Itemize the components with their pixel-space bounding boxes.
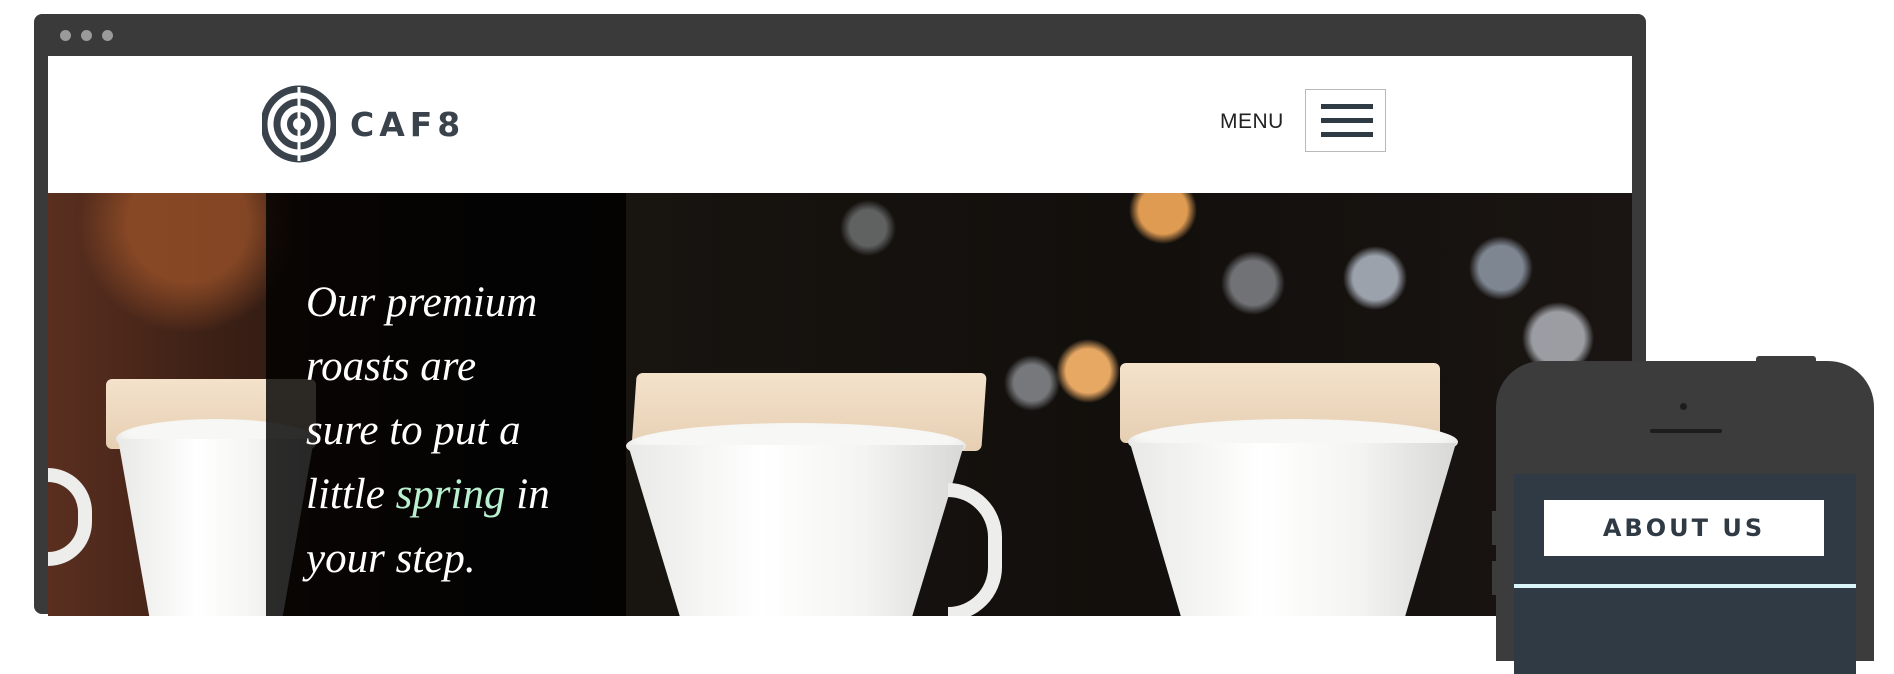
hero-line: sure to put a [306,407,521,454]
window-dot-icon[interactable] [81,30,92,41]
about-us-button[interactable]: ABOUT US [1544,500,1824,556]
site-header: CAF8 MENU [48,56,1632,193]
window-dot-icon[interactable] [60,30,71,41]
mobile-screen: ABOUT US [1514,474,1856,674]
menu-button[interactable] [1305,89,1386,152]
caf8-logo-icon [262,85,336,163]
coffee-dripper-image [1130,443,1456,616]
hamburger-icon [1321,132,1373,137]
menu-label: MENU [1220,110,1284,133]
hero-line: your step. [306,535,476,582]
hero-line: little [306,471,396,518]
mobile-accent-strip [1514,584,1856,588]
hero-text-panel: Our premium roasts are sure to put a lit… [266,193,626,616]
browser-viewport: CAF8 MENU Our premium roasts are sure to… [48,56,1632,616]
phone-volume-button [1492,511,1496,545]
hero-line: in [505,471,550,518]
phone-power-button [1756,356,1816,362]
hero-banner: Our premium roasts are sure to put a lit… [48,193,1632,616]
hamburger-icon [1321,104,1373,109]
hero-headline: Our premium roasts are sure to put a lit… [306,271,606,591]
hero-line: Our premium [306,279,538,326]
phone-volume-button [1492,561,1496,595]
coffee-dripper-image [948,483,1002,616]
speaker-icon [1650,429,1722,433]
camera-icon [1680,403,1687,410]
mobile-phone-frame: ABOUT US [1492,356,1874,674]
desktop-browser-frame: CAF8 MENU Our premium roasts are sure to… [34,14,1646,616]
coffee-dripper-image [628,445,964,616]
brand-name: CAF8 [350,104,466,144]
window-dot-icon[interactable] [102,30,113,41]
hamburger-icon [1321,118,1373,123]
hero-accent-word: spring [395,471,506,518]
hero-line: roasts are [306,343,477,390]
window-controls [60,30,113,41]
coffee-dripper-image [48,468,92,566]
brand-logo-link[interactable]: CAF8 [262,85,465,163]
